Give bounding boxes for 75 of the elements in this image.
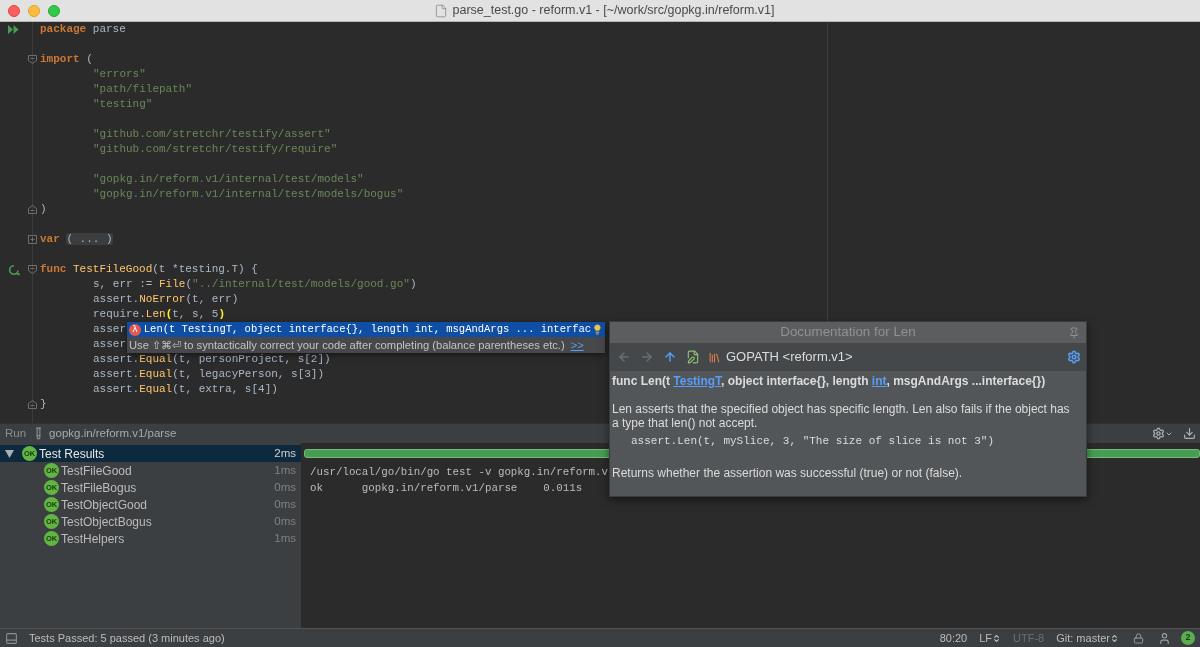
status-message: Tests Passed: 5 passed (3 minutes ago): [29, 630, 225, 646]
gear-icon: [1067, 350, 1081, 364]
minimize-button[interactable]: [28, 4, 40, 17]
line-separator-selector[interactable]: LF: [979, 629, 1002, 647]
settings-button[interactable]: [1152, 427, 1173, 440]
function-icon: λ: [129, 323, 141, 336]
code-line: "testing": [93, 97, 153, 112]
zoom-button[interactable]: [48, 4, 60, 17]
file-icon: [433, 3, 448, 18]
person-icon[interactable]: [1158, 631, 1171, 645]
code-line: asser: [93, 322, 126, 337]
code-line: asser: [93, 337, 126, 352]
left-arrow-icon: [617, 350, 631, 364]
fold-icon[interactable]: [28, 205, 37, 214]
code-line: import (: [40, 52, 93, 67]
test-duration: 0ms: [274, 513, 296, 529]
console-line: /usr/local/go/bin/go test -v gopkg.in/reform.v: [310, 465, 609, 480]
console-line: ok gopkg.in/reform.v1/parse 0.011s: [310, 481, 583, 496]
gear-icon: [1152, 427, 1165, 440]
window-title: parse_test.go - reform.v1 - [~/work/src/gopkg.in/reform.v1]: [452, 2, 775, 20]
code-line: "errors": [93, 67, 146, 82]
test-duration: 1ms: [274, 462, 296, 478]
code-line: s, err := File("../internal/test/models/good.go"): [93, 277, 417, 292]
fold-icon[interactable]: [28, 400, 37, 409]
code-line: }: [40, 397, 47, 412]
code-line: "github.com/stretchr/testify/require": [93, 142, 338, 157]
code-line: func TestFileGood(t *testing.T) {: [40, 262, 258, 277]
settings-button[interactable]: [1067, 350, 1081, 364]
fold-icon[interactable]: [28, 265, 37, 274]
test-duration: 1ms: [274, 530, 296, 546]
updown-icon: [1110, 633, 1119, 643]
doc-location: GOPATH <reform.v1>: [726, 348, 853, 367]
code-line: package parse: [40, 22, 126, 37]
code-line: ): [40, 202, 47, 217]
more-link[interactable]: >>: [570, 336, 584, 354]
code-line: assert.NoError(t, err): [93, 292, 239, 307]
right-arrow-icon: [640, 350, 654, 364]
completion-item[interactable]: λ Len(t TestingT, object interface{}, length int, msgAndArgs ... interfac: [127, 322, 605, 337]
updown-icon: [992, 633, 1002, 643]
function-signature: func Len(t TestingT, object interface{}, length int, msgAndArgs ...interface{}): [612, 374, 1046, 389]
caret-position[interactable]: 80:20: [939, 629, 968, 647]
doc-description: Len asserts that the specified object has specific length. Len also fails if the object has a type that len() not accept.: [612, 402, 1071, 430]
code-line: assert.Equal(t, extra, s[4]): [93, 382, 278, 397]
expanded-arrow-icon[interactable]: [5, 449, 14, 458]
code-line: var ( ... ): [40, 232, 113, 247]
circular-arrow-icon[interactable]: [7, 263, 20, 276]
library-icon: [708, 350, 721, 364]
doc-returns: Returns whether the assertion was successful (true) or not (false).: [612, 466, 963, 480]
lightbulb-icon[interactable]: [592, 324, 603, 335]
code-line: "gopkg.in/reform.v1/internal/test/models": [93, 172, 364, 187]
panel-toggle-icon[interactable]: [5, 631, 18, 645]
test-duration: 2ms: [274, 445, 296, 461]
git-branch-selector[interactable]: Git: master: [1056, 629, 1119, 647]
download-icon: [1183, 427, 1196, 440]
double-play-icon[interactable]: [8, 25, 19, 34]
test-duration: 0ms: [274, 496, 296, 512]
download-button[interactable]: [1183, 427, 1196, 440]
code-line: assert.Equal(t, personProject, s[2]): [93, 352, 331, 367]
code-line: "path/filepath": [93, 82, 193, 97]
completion-hint: Use ⇧⌘⏎ to syntactically correct your code after completing (balance parentheses etc.) >>: [127, 337, 605, 353]
run-config-tab[interactable]: gopkg.in/reform.v1/parse: [49, 424, 177, 443]
notifications-badge[interactable]: 2: [1181, 631, 1195, 645]
run-panel-title: Run: [5, 425, 27, 441]
test-duration: 0ms: [274, 479, 296, 495]
expand-icon[interactable]: [28, 235, 37, 244]
code-line: "gopkg.in/reform.v1/internal/test/models/bogus": [93, 187, 404, 202]
code-line: "github.com/stretchr/testify/assert": [93, 127, 331, 142]
file-pencil-icon: [686, 350, 700, 364]
fold-icon[interactable]: [28, 55, 37, 64]
code-example: assert.Len(t, mySlice, 3, "The size of slice is not 3"): [631, 434, 995, 448]
code-line: assert.Equal(t, legacyPerson, s[3]): [93, 367, 325, 382]
code-line: require.Len(t, s, 5): [93, 307, 226, 322]
lock-icon[interactable]: [1133, 632, 1144, 644]
close-button[interactable]: [8, 4, 20, 17]
pin-icon[interactable]: [1068, 326, 1080, 339]
